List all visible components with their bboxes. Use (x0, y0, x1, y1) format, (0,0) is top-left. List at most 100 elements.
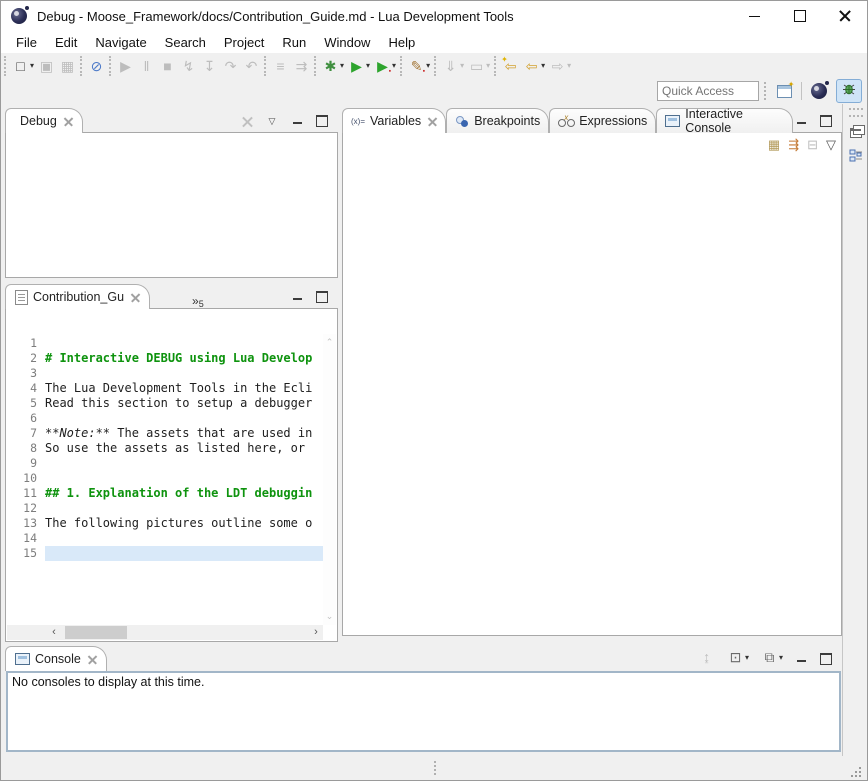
maximize-view-button[interactable] (314, 290, 330, 304)
editor-line[interactable]: 11## 1. Explanation of the LDT debuggin (7, 486, 323, 501)
minimize-view-button[interactable] (793, 652, 809, 666)
editor-horizontal-scrollbar[interactable]: ‹ › (7, 625, 323, 640)
editor-line[interactable]: 4The Lua Development Tools in the Ecli (7, 381, 323, 396)
minimize-view-button[interactable] (289, 290, 305, 304)
chevron-down-icon[interactable]: ▾ (30, 61, 34, 70)
tab-console[interactable]: Console (5, 646, 107, 671)
terminate-button[interactable]: ■ (157, 57, 178, 75)
new-wizard-button[interactable]: □▾ (10, 57, 36, 75)
save-all-button[interactable]: ▦ (57, 57, 78, 75)
show-logical-structures-button[interactable]: ⇶ (788, 138, 799, 152)
statusbar-drag-handle[interactable] (434, 761, 439, 775)
editor-line[interactable]: 9 (7, 456, 323, 471)
view-menu-button[interactable]: ▽ (826, 138, 836, 152)
maximize-view-button[interactable] (818, 652, 834, 666)
editor-line[interactable]: 5Read this section to setup a debugger (7, 396, 323, 411)
lua-perspective-button[interactable] (806, 79, 832, 103)
close-icon[interactable] (131, 293, 140, 302)
menu-edit[interactable]: Edit (46, 33, 86, 52)
editor-line[interactable]: 14 (7, 531, 323, 546)
chevron-down-icon[interactable]: ▾ (779, 653, 783, 662)
editor-line[interactable]: 13The following pictures outline some o (7, 516, 323, 531)
debug-button[interactable]: ✱▾ (320, 57, 346, 75)
close-icon[interactable] (428, 117, 437, 126)
tab-variables[interactable]: (x)=Variables (342, 108, 446, 133)
back-button[interactable]: ⇦▾ (521, 57, 547, 75)
tab-breakpoints[interactable]: Breakpoints (446, 108, 549, 133)
chevron-down-icon[interactable]: ▾ (460, 61, 464, 70)
suspend-button[interactable]: ‖ (136, 57, 157, 75)
maximize-window-button[interactable] (777, 1, 822, 31)
code-editor[interactable]: 12# Interactive DEBUG using Lua Develop3… (7, 336, 323, 625)
last-edit-location-button[interactable]: ⇦✦ (500, 57, 521, 75)
minimize-window-button[interactable] (732, 1, 777, 31)
resume-button[interactable]: ▶ (115, 57, 136, 75)
new-untitled-lua-file-button[interactable]: ⇓▾ (440, 57, 466, 75)
show-hidden-editors-button[interactable]: »5 (192, 291, 204, 309)
editor-line[interactable]: 12 (7, 501, 323, 516)
step-return-button[interactable]: ↶ (241, 57, 262, 75)
menu-window[interactable]: Window (315, 33, 379, 52)
quick-access-input[interactable] (657, 81, 759, 101)
close-window-button[interactable] (822, 1, 867, 31)
editor-line[interactable]: 7**Note:** The assets that are used in (7, 426, 323, 441)
editor-line[interactable]: 10 (7, 471, 323, 486)
chevron-down-icon[interactable]: ▾ (340, 61, 344, 70)
forward-button[interactable]: ⇨▾ (547, 57, 573, 75)
skip-all-breakpoints-button[interactable]: ⊘ (86, 57, 107, 75)
open-perspective-button[interactable] (771, 79, 797, 103)
show-type-names-button[interactable]: ▦ (768, 138, 780, 152)
chevron-down-icon[interactable]: ▾ (366, 61, 370, 70)
disconnect-button[interactable]: ↯ (178, 57, 199, 75)
window-resize-grip[interactable] (851, 767, 861, 777)
step-over-button[interactable]: ↷ (220, 57, 241, 75)
tab-interactive-console[interactable]: Interactive Console (656, 108, 793, 133)
editor-line[interactable]: 1 (7, 336, 323, 351)
maximize-view-button[interactable] (314, 114, 330, 128)
open-element-button[interactable]: ▭▾ (466, 57, 492, 75)
open-console-button[interactable]: ⧉▾ (759, 648, 785, 666)
scrollbar-thumb[interactable] (65, 626, 127, 639)
trim-drag-handle[interactable] (849, 108, 863, 117)
external-tools-button[interactable]: ✎▪▾ (406, 57, 432, 75)
remove-all-terminated-button[interactable] (239, 114, 255, 128)
run-button[interactable]: ▶▾ (346, 57, 372, 75)
editor-line[interactable]: 8So use the assets as listed here, or (7, 441, 323, 456)
chevron-down-icon[interactable]: ▾ (567, 61, 571, 70)
chevron-down-icon[interactable]: ▾ (486, 61, 490, 70)
menu-project[interactable]: Project (215, 33, 273, 52)
menu-file[interactable]: File (7, 33, 46, 52)
close-icon[interactable] (64, 117, 73, 126)
use-step-filters-button[interactable]: ≡ (270, 57, 291, 75)
menu-search[interactable]: Search (156, 33, 215, 52)
chevron-down-icon[interactable]: ▾ (426, 61, 430, 70)
close-icon[interactable] (88, 655, 97, 664)
editor-line[interactable]: 3 (7, 366, 323, 381)
restore-view-button[interactable] (846, 123, 866, 143)
editor-line[interactable]: 6 (7, 411, 323, 426)
tab-expressions[interactable]: xExpressions (549, 108, 656, 133)
editor-line[interactable]: 2# Interactive DEBUG using Lua Develop (7, 351, 323, 366)
save-button[interactable]: ▣ (36, 57, 57, 75)
step-into-button[interactable]: ↧ (199, 57, 220, 75)
pin-console-button[interactable]: ↨ (696, 648, 717, 666)
view-menu-button[interactable]: ▽ (264, 114, 280, 128)
menu-run[interactable]: Run (273, 33, 315, 52)
debug-perspective-button[interactable] (836, 79, 862, 103)
minimize-view-button[interactable] (793, 114, 809, 128)
maximize-view-button[interactable] (818, 114, 834, 128)
outline-view-button[interactable] (846, 146, 866, 166)
display-selected-console-button[interactable]: ⊡▾ (725, 648, 751, 666)
minimize-view-button[interactable] (289, 114, 305, 128)
editor-line[interactable]: 15 (7, 546, 323, 561)
collapse-all-button[interactable]: ⊟ (807, 138, 818, 152)
menu-help[interactable]: Help (379, 33, 424, 52)
editor-vertical-scrollbar[interactable]: ⌃ ⌄ (323, 334, 336, 625)
coverage-button[interactable]: ▶▪▾ (372, 57, 398, 75)
chevron-down-icon[interactable]: ▾ (745, 653, 749, 662)
tab-editor-contribution-guide[interactable]: Contribution_Gu (5, 284, 150, 309)
chevron-down-icon[interactable]: ▾ (392, 61, 396, 70)
chevron-down-icon[interactable]: ▾ (541, 61, 545, 70)
menu-navigate[interactable]: Navigate (86, 33, 155, 52)
tab-debug[interactable]: Debug (5, 108, 83, 133)
